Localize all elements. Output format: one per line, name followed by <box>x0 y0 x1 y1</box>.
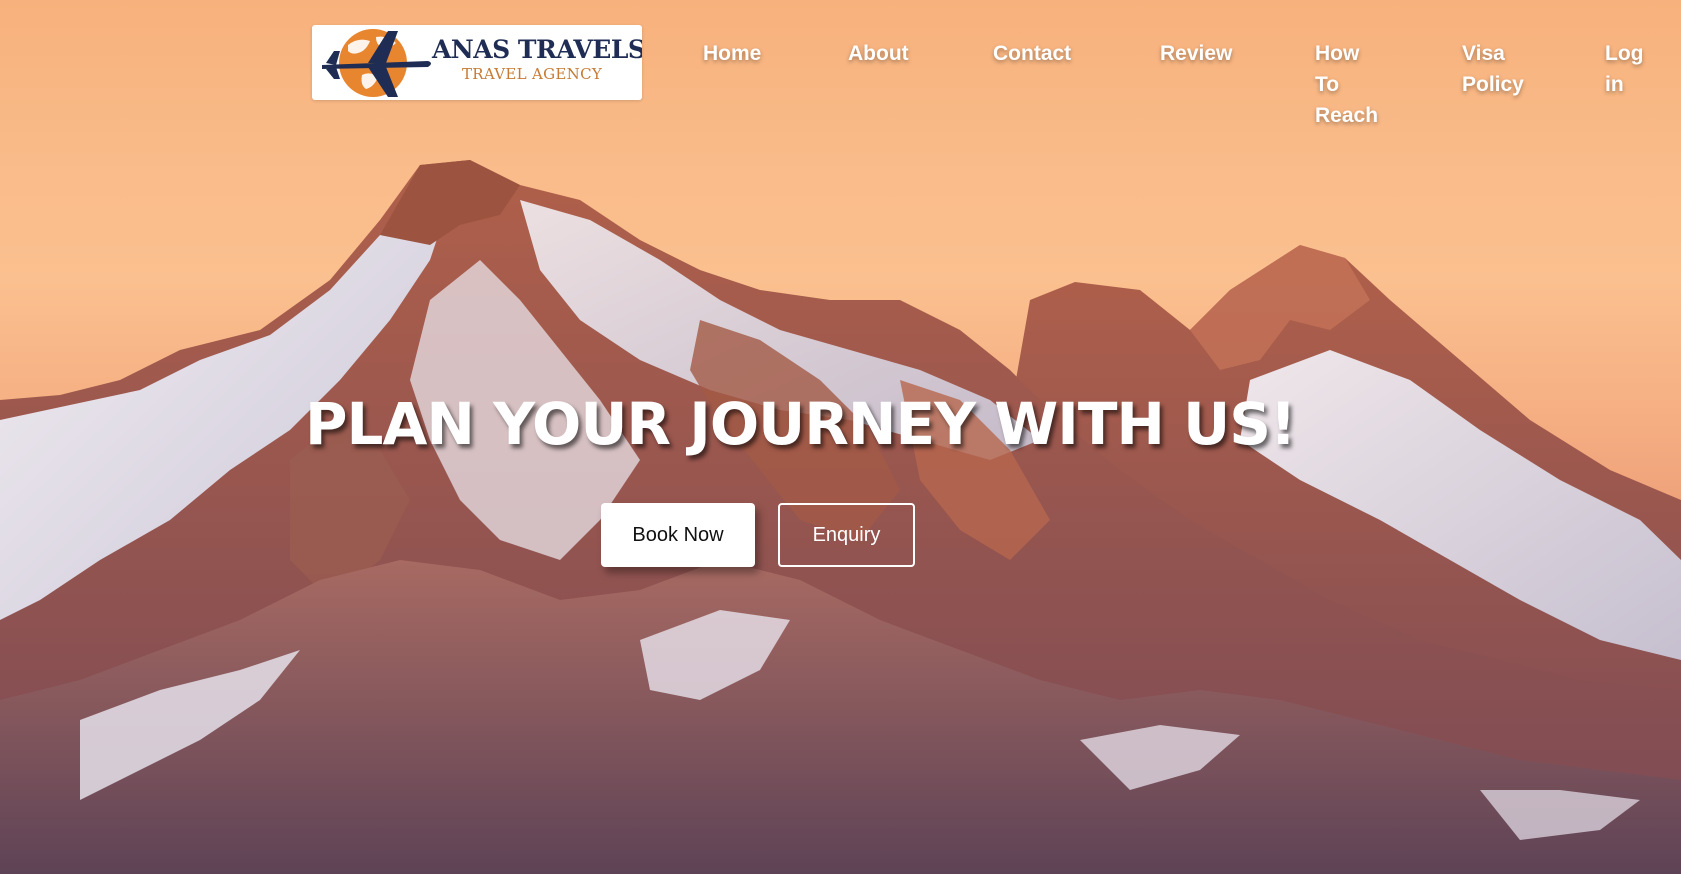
brand-title: ANAS TRAVELS <box>432 35 642 64</box>
nav-about-link[interactable]: About <box>848 38 909 69</box>
book-now-button[interactable]: Book Now <box>601 503 755 567</box>
brand-logo[interactable]: ANAS TRAVELS TRAVEL AGENCY <box>312 25 642 100</box>
nav-home-link[interactable]: Home <box>703 38 761 69</box>
hero-section: ANAS TRAVELS TRAVEL AGENCY Home About Co… <box>0 0 1681 874</box>
enquiry-button[interactable]: Enquiry <box>778 503 915 567</box>
globe-airplane-icon <box>322 29 431 97</box>
brand-subtitle: TRAVEL AGENCY <box>462 65 603 83</box>
nav-login-link[interactable]: Log in <box>1605 38 1655 100</box>
hero-headline: PLAN YOUR JOURNEY WITH US! <box>305 390 1296 458</box>
nav-how-to-reach-link[interactable]: How To Reach <box>1315 38 1385 131</box>
nav-visa-policy-link[interactable]: Visa Policy <box>1462 38 1532 100</box>
nav-contact-link[interactable]: Contact <box>993 38 1071 69</box>
nav-review-link[interactable]: Review <box>1160 38 1232 69</box>
